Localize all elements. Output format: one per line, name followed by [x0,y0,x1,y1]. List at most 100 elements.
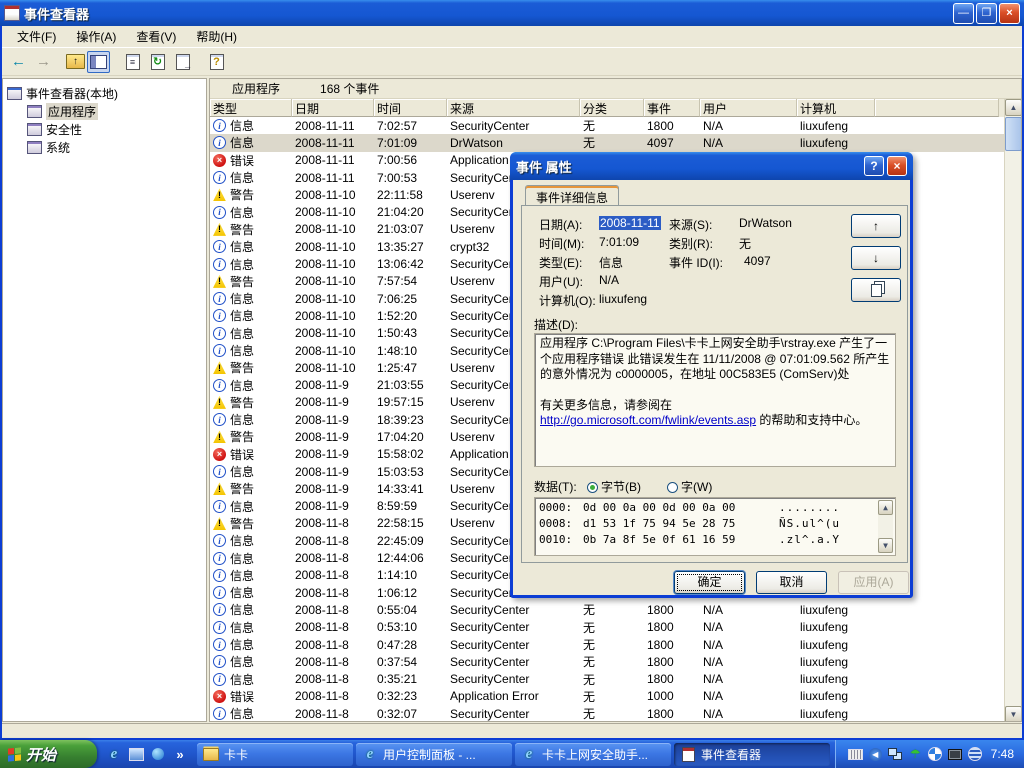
task-label: 卡卡上网安全助手... [542,746,648,763]
task-button-0[interactable]: 卡卡 [197,743,353,766]
type-label: 警告 [230,273,254,290]
close-button[interactable]: × [999,3,1020,24]
dialog-close-button[interactable]: × [887,156,907,176]
table-row[interactable]: ×错误2008-11-80:32:23Application Error无100… [210,688,1006,705]
column-header-5[interactable]: 事件 [644,99,700,117]
forward-icon[interactable] [32,51,55,73]
ok-button[interactable]: 确定 [674,571,745,594]
cell-date: 2008-11-8 [292,551,374,565]
maximize-button[interactable]: ❐ [976,3,997,24]
task-button-2[interactable]: 卡卡上网安全助手... [515,743,671,766]
column-header-0[interactable]: 类型 [210,99,292,117]
input-method-icon[interactable] [968,747,983,762]
menu-item-0[interactable]: 文件(F) [8,26,65,47]
antivirus-umbrella-icon[interactable] [908,747,923,762]
hex-data-box[interactable]: 0000:0d 00 0a 00 0d 00 0a 00........0008… [534,497,896,556]
tree-item-root[interactable]: 事件查看器(本地) [3,84,206,102]
menu-item-3[interactable]: 帮助(H) [187,26,246,47]
dialog-help-button[interactable]: ? [864,156,884,176]
radio-bytes[interactable]: 字节(B) [587,478,641,495]
dialog-title: 事件 属性 [516,157,572,176]
keyboard-icon[interactable] [848,747,863,762]
cell-time: 7:01:09 [374,136,447,150]
cell-time: 22:11:58 [374,188,447,202]
hex-scrollbar[interactable]: ▲ ▼ [878,500,893,553]
table-row[interactable]: i信息2008-11-80:35:21SecurityCenter无1800N/… [210,671,1006,688]
type-label: 信息 [230,325,254,342]
column-header-1[interactable]: 日期 [292,99,374,117]
column-header-2[interactable]: 时间 [374,99,447,117]
table-row[interactable]: i信息2008-11-80:55:04SecurityCenter无1800N/… [210,601,1006,618]
copy-icon [871,284,882,297]
tree-item-2[interactable]: 系统 [3,138,206,156]
vertical-scrollbar[interactable]: ▲ ▼ [1004,99,1021,722]
export-list-icon[interactable] [171,51,194,73]
column-header-3[interactable]: 来源 [447,99,580,117]
table-row[interactable]: i信息2008-11-80:47:28SecurityCenter无1800N/… [210,636,1006,653]
properties-icon[interactable] [121,51,144,73]
column-header-8[interactable] [875,99,999,117]
info-icon: i [213,240,226,253]
radio-words[interactable]: 字(W) [667,478,712,495]
back-icon[interactable] [7,51,30,73]
show-tree-icon[interactable] [87,51,110,73]
hide-icons-arrow-icon[interactable] [868,747,883,762]
menu-item-1[interactable]: 操作(A) [67,26,125,47]
menu-item-2[interactable]: 查看(V) [127,26,185,47]
tree-item-1[interactable]: 安全性 [3,120,206,138]
quick-launch [105,745,189,763]
column-header-6[interactable]: 用户 [700,99,797,117]
description-box[interactable]: 应用程序 C:\Program Files\卡卡上网安全助手\rstray.ex… [534,333,896,467]
tree-item-label: 安全性 [46,121,82,138]
hex-scroll-up-button[interactable]: ▲ [878,500,893,515]
overflow-chevron-icon[interactable] [171,745,189,763]
start-button[interactable]: 开始 [0,740,97,768]
type-cell: !警告 [210,221,292,238]
apply-button[interactable]: 应用(A) [838,571,909,594]
table-row[interactable]: i信息2008-11-80:37:54SecurityCenter无1800N/… [210,653,1006,670]
dialog-titlebar[interactable]: 事件 属性 ? × [510,152,913,180]
toolbar [2,48,1022,76]
type-label: 警告 [230,428,254,445]
next-event-button[interactable]: ↓ [851,246,901,270]
chip-icon[interactable] [948,747,963,762]
cancel-button[interactable]: 取消 [756,571,827,594]
previous-event-button[interactable]: ↑ [851,214,901,238]
cell-time: 21:04:20 [374,205,447,219]
scroll-up-button[interactable]: ▲ [1005,99,1022,116]
refresh-icon[interactable] [146,51,169,73]
type-label: 信息 [230,377,254,394]
taskbar: 开始 卡卡 用户控制面板 - ... 卡卡上网安全助手... 事件查看器 7:48 [0,740,1024,768]
task-button-3[interactable]: 事件查看器 [674,743,830,766]
info-icon: i [213,552,226,565]
events-link[interactable]: http://go.microsoft.com/fwlink/events.as… [540,413,756,427]
window-titlebar[interactable]: 事件查看器 — ❐ × [0,0,1024,26]
update-icon[interactable] [928,747,943,762]
column-header-7[interactable]: 计算机 [797,99,875,117]
table-row[interactable]: i信息2008-11-80:53:10SecurityCenter无1800N/… [210,619,1006,636]
table-row[interactable]: i信息2008-11-117:01:09DrWatson无4097N/Aliux… [210,134,1006,151]
network-icon[interactable] [888,747,903,762]
info-icon: i [213,206,226,219]
hex-bytes: d1 53 1f 75 94 5e 28 75 [583,516,779,532]
internet-explorer-icon[interactable] [105,745,123,763]
hex-scroll-down-button[interactable]: ▼ [878,538,893,553]
cell-date: 2008-11-10 [292,188,374,202]
task-button-1[interactable]: 用户控制面板 - ... [356,743,512,766]
up-folder-icon[interactable] [66,54,85,69]
table-row[interactable]: i信息2008-11-80:32:07SecurityCenter无1800N/… [210,705,1006,722]
scroll-down-button[interactable]: ▼ [1005,706,1022,722]
task-label: 卡卡 [224,746,248,763]
cell-user: N/A [700,707,797,721]
type-cell: i信息 [210,134,292,151]
copy-button[interactable] [851,278,901,302]
tree-item-0[interactable]: 应用程序 [3,102,206,120]
messenger-icon[interactable] [149,745,167,763]
scroll-thumb[interactable] [1005,117,1022,151]
show-desktop-icon[interactable] [127,745,145,763]
clock[interactable]: 7:48 [991,747,1014,761]
help-icon[interactable] [205,51,228,73]
table-row[interactable]: i信息2008-11-117:02:57SecurityCenter无1800N… [210,117,1006,134]
column-header-4[interactable]: 分类 [580,99,644,117]
minimize-button[interactable]: — [953,3,974,24]
